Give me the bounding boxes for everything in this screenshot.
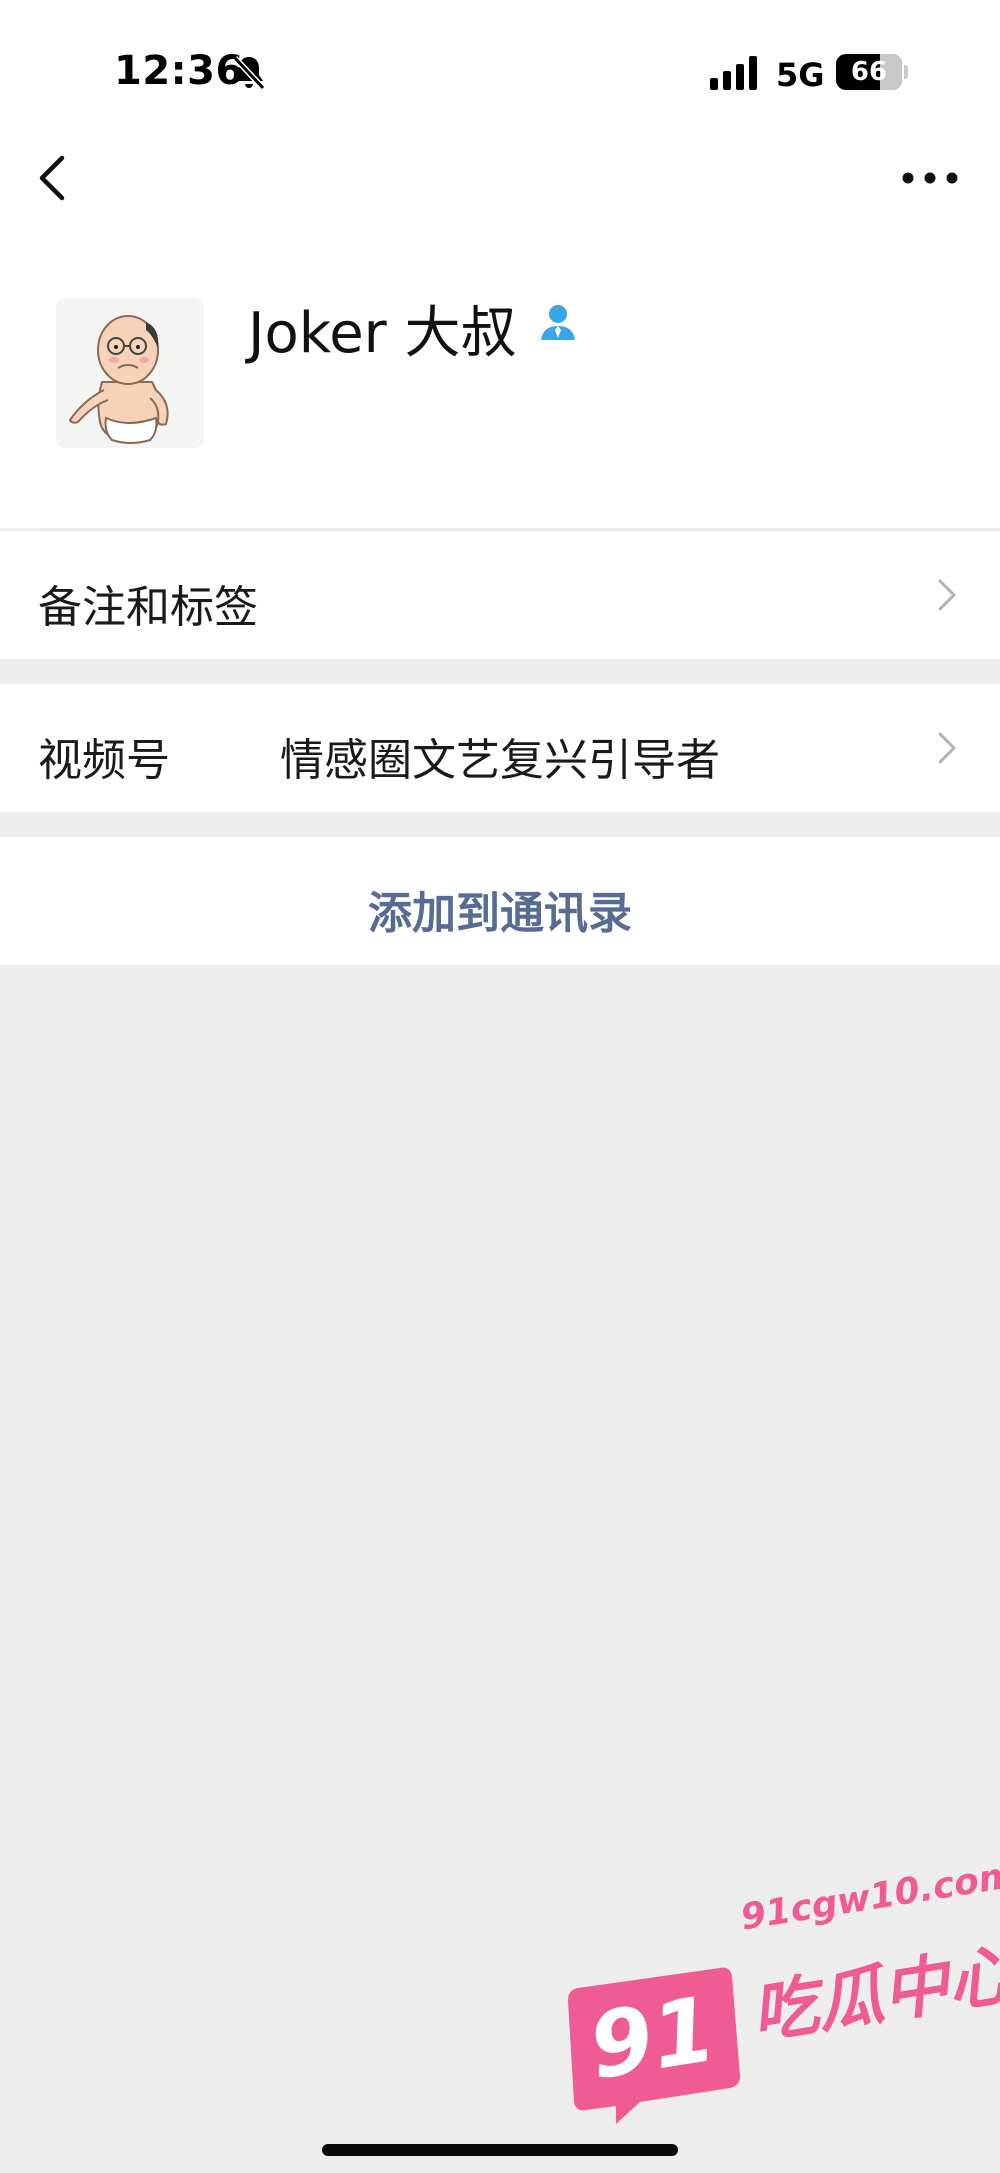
male-icon — [541, 305, 575, 340]
remark-and-tags-label: 备注和标签 — [38, 582, 258, 633]
channels-label: 视频号 — [38, 735, 170, 786]
channels-row[interactable]: 视频号 情感圈文艺复兴引导者 — [0, 684, 1000, 812]
chevron-right-icon — [938, 732, 956, 764]
watermark-number: 91 — [582, 1976, 723, 2101]
chevron-right-icon — [938, 579, 956, 611]
avatar[interactable] — [56, 298, 204, 448]
network-type: 5G — [776, 56, 825, 94]
battery-level: 66 — [850, 57, 888, 87]
remark-and-tags-row[interactable]: 备注和标签 — [0, 531, 1000, 659]
channels-value: 情感圈文艺复兴引导者 — [280, 735, 720, 786]
status-time: 12:36 — [114, 48, 244, 94]
watermark-name: 吃瓜中心 — [746, 1935, 1000, 2053]
watermark: 91cgw10.com 91 吃瓜中心 — [560, 1855, 1000, 2150]
watermark-url: 91cgw10.com — [738, 1854, 1000, 1939]
signal-icon — [710, 56, 757, 90]
chevron-left-icon[interactable] — [34, 150, 74, 206]
add-to-contacts-button[interactable]: 添加到通讯录 — [0, 877, 1000, 941]
battery-icon: 66 — [836, 54, 902, 90]
status-bar: 12:36 5G 66 — [0, 0, 1000, 140]
add-to-contacts-row[interactable]: 添加到通讯录 — [0, 837, 1000, 965]
avatar-cartoon-image — [56, 298, 204, 448]
profile-name: Joker 大叔 — [248, 301, 517, 366]
home-indicator[interactable] — [322, 2144, 678, 2156]
battery-tip — [904, 65, 908, 79]
ellipsis-icon[interactable] — [900, 164, 960, 192]
bell-off-icon — [232, 55, 266, 91]
